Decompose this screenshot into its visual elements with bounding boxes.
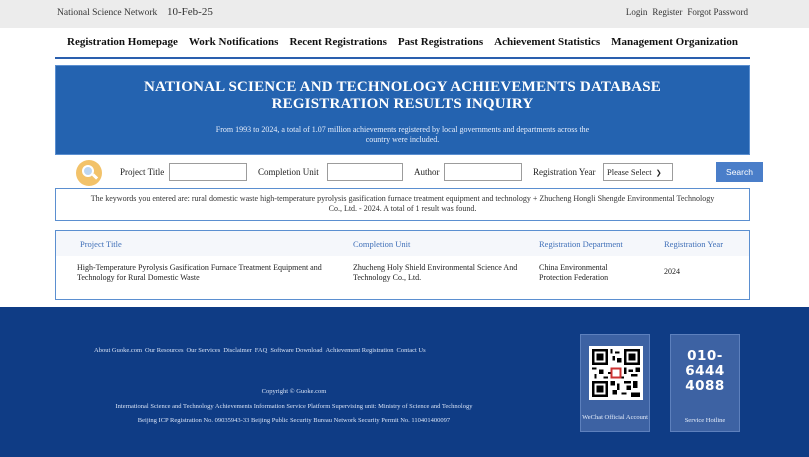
nav-management-organization[interactable]: Management Organization xyxy=(611,36,738,48)
wechat-label: WeChat Official Account xyxy=(582,414,648,421)
cell-registration-year: 2024 xyxy=(664,267,680,276)
nav-recent-registrations[interactable]: Recent Registrations xyxy=(289,36,386,48)
registration-year-label: Registration Year xyxy=(533,167,596,177)
banner-title-line1: NATIONAL SCIENCE AND TECHNOLOGY ACHIEVEM… xyxy=(144,79,661,95)
header-registration-year: Registration Year xyxy=(664,239,724,249)
chevron-down-icon: ❯ xyxy=(655,169,662,177)
current-date: 10-Feb-25 xyxy=(167,6,213,18)
hero-banner: NATIONAL SCIENCE AND TECHNOLOGY ACHIEVEM… xyxy=(55,65,750,155)
header-completion-unit: Completion Unit xyxy=(353,239,411,249)
project-title-label: Project Title xyxy=(120,167,165,177)
site-name[interactable]: National Science Network xyxy=(57,8,157,18)
search-button[interactable]: Search xyxy=(716,162,763,182)
footer-link-contact[interactable]: Contact Us xyxy=(397,347,426,354)
footer-link-software-download[interactable]: Software Download xyxy=(270,347,322,354)
hotline-number: 010- 6444 4088 xyxy=(671,349,739,394)
header-project-title: Project Title xyxy=(80,239,122,249)
nav-work-notifications[interactable]: Work Notifications xyxy=(189,36,279,48)
footer-link-about[interactable]: About Guoke.com xyxy=(94,347,142,354)
cell-project-title[interactable]: High-Temperature Pyrolysis Gasification … xyxy=(77,263,327,283)
hotline-card: 010- 6444 4088 Service Hotline xyxy=(670,334,740,432)
banner-title: NATIONAL SCIENCE AND TECHNOLOGY ACHIEVEM… xyxy=(56,79,749,113)
footer-link-resources[interactable]: Our Resources xyxy=(145,347,183,354)
hotline-part1: 010- xyxy=(687,348,723,364)
copyright: Copyright © Guoke.com xyxy=(261,388,327,395)
top-bar: National Science Network 10-Feb-25 Login… xyxy=(0,0,809,28)
registration-year-value: Please Select xyxy=(607,167,652,177)
register-link[interactable]: Register xyxy=(652,7,682,17)
login-link[interactable]: Login xyxy=(626,7,648,17)
author-label: Author xyxy=(414,167,440,177)
page: National Science Network 10-Feb-25 Login… xyxy=(0,0,809,457)
completion-unit-label: Completion Unit xyxy=(258,167,319,177)
footer-links: About Guoke.com Our Resources Our Servic… xyxy=(94,347,426,354)
completion-unit-input[interactable] xyxy=(327,163,403,181)
cell-completion-unit: Zhucheng Holy Shield Environmental Scien… xyxy=(353,263,518,282)
registration-year-select[interactable]: Please Select ❯ xyxy=(603,163,673,181)
search-magnifier-icon xyxy=(76,160,102,186)
magnifier-handle xyxy=(91,173,99,180)
nav-registration-homepage[interactable]: Registration Homepage xyxy=(67,36,178,48)
cell-registration-department: China Environmental Protection Federatio… xyxy=(539,263,609,282)
account-links: Login Register Forgot Password xyxy=(626,7,748,17)
author-input[interactable] xyxy=(444,163,522,181)
nav-achievement-statistics[interactable]: Achievement Statistics xyxy=(494,36,600,48)
footer-link-disclaimer[interactable]: Disclaimer xyxy=(223,347,252,354)
platform-info: International Science and Technology Ach… xyxy=(115,403,473,410)
project-title-input[interactable] xyxy=(169,163,247,181)
hotline-part2: 6444 xyxy=(685,363,725,379)
header-registration-department: Registration Department xyxy=(539,239,623,249)
footer-link-services[interactable]: Our Services xyxy=(186,347,220,354)
icp-registration: Beijing ICP Registration No. 09035943-33… xyxy=(137,417,451,424)
hotline-label: Service Hotline xyxy=(684,417,726,424)
wechat-card[interactable]: WeChat Official Account xyxy=(580,334,650,432)
results-table: Project Title Completion Unit Registrati… xyxy=(55,230,750,300)
banner-title-line2: REGISTRATION RESULTS INQUIRY xyxy=(271,96,534,112)
forgot-password-link[interactable]: Forgot Password xyxy=(687,7,748,17)
main-nav: Registration Homepage Work Notifications… xyxy=(55,36,750,48)
qr-code-icon xyxy=(589,346,643,400)
nav-divider xyxy=(55,57,750,59)
hotline-part3: 4088 xyxy=(685,378,725,394)
search-form: Project Title Completion Unit Author Reg… xyxy=(76,160,763,186)
footer: About Guoke.com Our Resources Our Servic… xyxy=(0,307,809,457)
search-result-notice: The keywords you entered are: rural dome… xyxy=(55,188,750,221)
footer-link-faq[interactable]: FAQ xyxy=(255,347,268,354)
nav-past-registrations[interactable]: Past Registrations xyxy=(398,36,483,48)
banner-subtitle: From 1993 to 2024, a total of 1.07 milli… xyxy=(215,125,590,144)
footer-link-achievement-registration[interactable]: Achievement Registration xyxy=(325,347,393,354)
